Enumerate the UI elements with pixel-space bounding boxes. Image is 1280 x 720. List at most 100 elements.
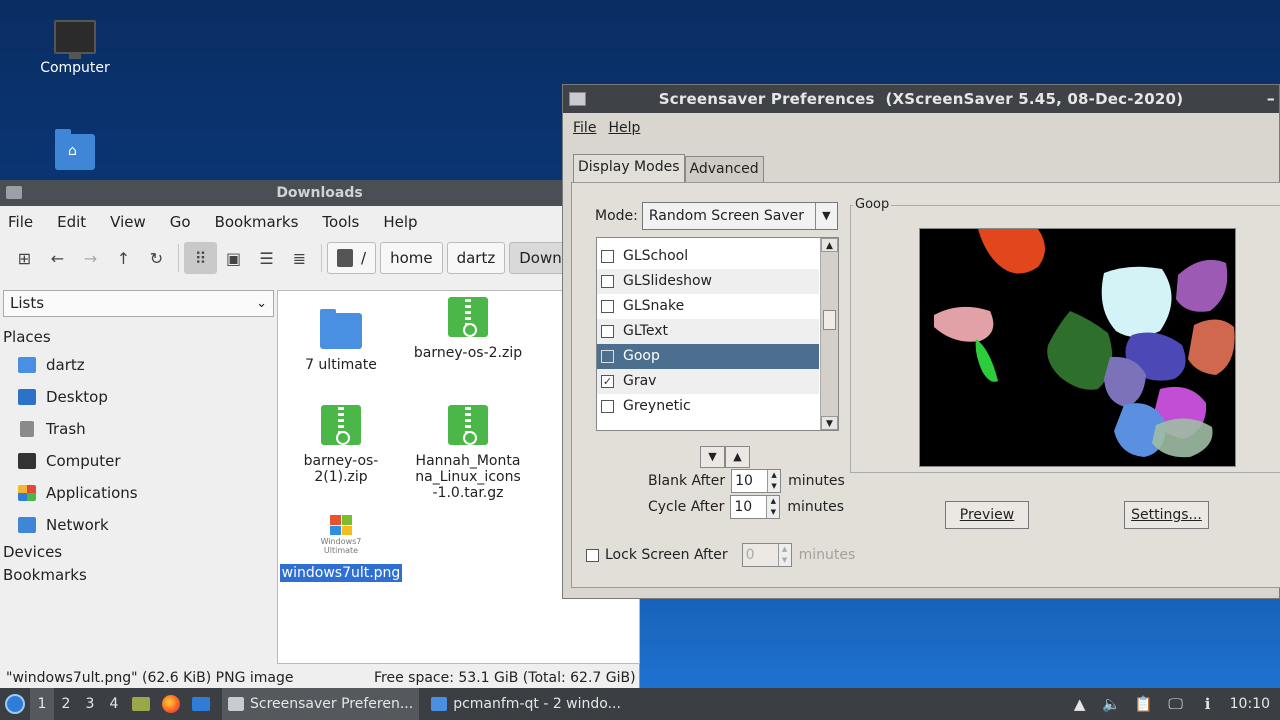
file-item-selected[interactable]: Windows7 Ultimate windows7ult.png	[278, 513, 404, 582]
lxqt-logo-icon	[5, 694, 25, 714]
desktop-switch-4[interactable]: 4	[102, 688, 126, 720]
tray-expand-icon[interactable]: ▲	[1064, 695, 1096, 713]
back-icon[interactable]: ←	[41, 242, 74, 274]
file-item[interactable]: Hannah_Montana_Linux_icons-1.0.tar.gz	[405, 405, 531, 501]
checkbox[interactable]	[601, 300, 614, 313]
place-dartz[interactable]: dartz	[0, 349, 277, 381]
desktop-icon-computer[interactable]: Computer	[20, 20, 130, 76]
up-icon[interactable]: ↑	[107, 242, 140, 274]
menu-view[interactable]: View	[110, 213, 146, 231]
volume-icon[interactable]: 🔈	[1096, 695, 1128, 713]
reload-icon[interactable]: ↻	[140, 242, 173, 274]
breadcrumb-dartz[interactable]: dartz	[446, 242, 506, 274]
bookmarks-header[interactable]: Bookmarks	[0, 564, 277, 587]
start-menu-button[interactable]	[0, 688, 30, 720]
minimize-icon[interactable]: –	[1267, 85, 1275, 113]
screensaver-list[interactable]: GLSchool GLSlideshow GLSnake GLText Goop…	[596, 237, 839, 431]
menu-file[interactable]: File	[8, 213, 33, 231]
cycle-after-unit: minutes	[787, 499, 845, 515]
breadcrumb-home[interactable]: home	[380, 242, 443, 274]
firefox-launcher[interactable]	[156, 688, 186, 720]
scroll-up-icon[interactable]: ▲	[821, 238, 838, 252]
notification-icon[interactable]: ℹ	[1192, 695, 1224, 713]
list-item[interactable]: GLSnake	[597, 294, 819, 319]
thumbnail-text: Windows7	[320, 537, 362, 546]
lock-screen-checkbox[interactable]	[586, 548, 599, 562]
scroll-down-icon[interactable]: ▼	[821, 416, 838, 430]
blank-after-spinner[interactable]: 10 ▲ ▼	[731, 469, 782, 493]
task-pcmanfm[interactable]: pcmanfm-qt - 2 windo...	[425, 688, 627, 720]
file-name: barney-os-2(1).zip	[303, 453, 379, 485]
place-trash[interactable]: Trash	[0, 413, 277, 445]
show-desktop-button[interactable]	[186, 688, 216, 720]
menu-bar: File Edit View Go Bookmarks Tools Help	[0, 206, 639, 238]
place-desktop[interactable]: Desktop	[0, 381, 277, 413]
checkbox[interactable]	[601, 400, 614, 413]
new-tab-icon[interactable]: ⊞	[8, 242, 41, 274]
screensaver-titlebar[interactable]: Screensaver Preferences (XScreenSaver 5.…	[563, 85, 1279, 113]
compact-view-icon[interactable]: ☰	[250, 242, 283, 274]
checkbox[interactable]	[601, 250, 614, 263]
menu-help[interactable]: Help	[608, 120, 640, 136]
mode-select[interactable]: Random Screen Saver ▼	[641, 202, 838, 230]
checkbox-checked[interactable]: ✓	[601, 375, 614, 388]
checkbox[interactable]	[601, 275, 614, 288]
menu-bookmarks[interactable]: Bookmarks	[215, 213, 299, 231]
preview-button[interactable]: Preview	[945, 501, 1029, 529]
desktop-icon-home[interactable]: ⌂	[20, 129, 130, 176]
spinner-value: 10	[734, 499, 753, 515]
list-item[interactable]: GLText	[597, 319, 819, 344]
tab-advanced[interactable]: Advanced	[684, 156, 764, 182]
desktop-switch-2[interactable]: 2	[54, 688, 78, 720]
list-item[interactable]: GLSlideshow	[597, 269, 819, 294]
menu-go[interactable]: Go	[170, 213, 191, 231]
icon-view-icon[interactable]: ⠿	[184, 242, 217, 274]
settings-button-label: Settings...	[1131, 507, 1202, 523]
clipboard-icon[interactable]: 📋	[1128, 695, 1160, 713]
file-manager-launcher[interactable]	[126, 688, 156, 720]
place-applications[interactable]: Applications	[0, 477, 277, 509]
breadcrumb-root[interactable]: /	[327, 242, 377, 274]
cycle-after-spinner[interactable]: 10 ▲ ▼	[730, 495, 781, 519]
detail-view-icon[interactable]: ≣	[283, 242, 316, 274]
list-scrollbar[interactable]: ▲ ▼	[820, 238, 838, 430]
spinner-arrows-icon[interactable]: ▲ ▼	[766, 496, 780, 518]
network-icon[interactable]: 🖵	[1160, 695, 1192, 713]
place-network[interactable]: Network	[0, 509, 277, 541]
tab-display-modes[interactable]: Display Modes	[573, 154, 685, 182]
clock[interactable]: 10:10	[1224, 696, 1280, 712]
checkbox[interactable]	[601, 325, 614, 338]
list-item-selected[interactable]: Goop	[597, 344, 819, 369]
list-item[interactable]: GLSchool	[597, 244, 819, 269]
thumbnail-view-icon[interactable]: ▣	[217, 242, 250, 274]
place-computer[interactable]: Computer	[0, 445, 277, 477]
desktop-switch-3[interactable]: 3	[78, 688, 102, 720]
menu-help[interactable]: Help	[383, 213, 417, 231]
next-down-button[interactable]: ▼	[700, 446, 725, 468]
task-screensaver[interactable]: Screensaver Preferen...	[222, 688, 420, 720]
forward-icon[interactable]: →	[74, 242, 107, 274]
desktop-icon	[18, 389, 36, 405]
file-name: windows7ult.png	[279, 564, 403, 582]
menu-tools[interactable]: Tools	[322, 213, 359, 231]
devices-header[interactable]: Devices	[0, 541, 277, 564]
file-item[interactable]: barney-os-2(1).zip	[278, 405, 404, 485]
spinner-arrows-icon[interactable]: ▲ ▼	[767, 470, 781, 492]
previous-up-button[interactable]: ▲	[725, 446, 750, 468]
settings-button[interactable]: Settings...	[1124, 501, 1209, 529]
menu-edit[interactable]: Edit	[57, 213, 86, 231]
scrollbar-thumb[interactable]	[823, 310, 836, 330]
desktop-switch-1[interactable]: 1	[30, 688, 54, 720]
checkbox[interactable]	[601, 350, 614, 363]
file-item[interactable]: 7 ultimate	[278, 299, 404, 373]
file-item[interactable]: barney-os-2.zip	[405, 297, 531, 361]
window-icon	[569, 92, 586, 106]
folder-icon	[320, 309, 362, 349]
list-item[interactable]: ✓ Grav	[597, 369, 819, 394]
goop-preview-image	[934, 229, 1235, 458]
lock-after-spinner: 0 ▲ ▼	[741, 543, 792, 567]
menu-file[interactable]: File	[573, 120, 596, 136]
side-pane-mode-select[interactable]: Lists ⌄	[3, 290, 274, 317]
list-item[interactable]: Greynetic	[597, 394, 819, 419]
file-manager-titlebar[interactable]: Downloads	[0, 180, 639, 206]
